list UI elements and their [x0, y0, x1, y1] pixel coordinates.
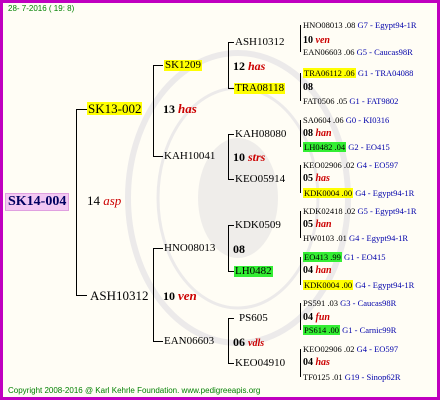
gen4-6: LH0482 .04 G2 - EO415: [303, 142, 390, 152]
gen3-7-year: 04 fun: [303, 312, 330, 323]
connector-g1b: [76, 295, 87, 296]
gen4-4: FAT0506 .05 G1 - FAT9802: [303, 96, 399, 106]
gen3-1-year: 10 ven: [303, 35, 330, 46]
parent-drone-id: ASH10312: [90, 288, 149, 303]
gen3-4-id: KEO05914: [235, 173, 286, 185]
parent-queen-year: 13 has: [163, 101, 197, 116]
gen4-8: KDK0004 .00 G4 - Egypt94-1R: [303, 188, 415, 198]
connector-g3-3: [228, 134, 234, 135]
gen3-2-id: TRA08118: [234, 82, 286, 94]
connector-g1a-v: [153, 65, 154, 156]
connector-g2c-v: [228, 225, 229, 271]
connector-g3-1: [228, 42, 234, 43]
gen4-14: PS614 .00 G1 - Carnic99R: [303, 325, 397, 335]
grandparent-4-id: EAN06603: [164, 335, 215, 347]
connector-g3-5: [228, 225, 234, 226]
connector-g2a: [153, 65, 163, 66]
connector-g3-3-v: [300, 120, 301, 147]
gen3-6-year: 04 han: [303, 265, 332, 276]
grandparent-4-year: 06 vdls: [233, 335, 265, 349]
grandparent-1-year: 12 has: [233, 59, 266, 73]
date-stamp: 28- 7-2016 ( 19: 8): [8, 4, 75, 13]
connector-g1a: [76, 109, 87, 110]
gen3-8-year: 04 has: [303, 357, 330, 368]
root-queen-year: 14 asp: [87, 193, 122, 208]
grandparent-2-id: KAH10041: [164, 150, 216, 162]
gen3-3-id: KAH08080: [235, 128, 287, 140]
gen4-15: KEO02906 .02 G4 - EO597: [303, 344, 399, 354]
connector-g2b: [153, 156, 163, 157]
gen4-11: EO413 .99 G1 - EO415: [303, 252, 386, 262]
gen4-5: SA0604 .06 G0 - KI0316: [303, 115, 390, 125]
gen3-5-year: 05 han: [303, 219, 332, 230]
gen3-6-id: LH0482: [234, 265, 273, 277]
connector-g3-7-v: [300, 303, 301, 330]
parent-queen-id: SK13-002: [87, 101, 143, 116]
gen4-9: KDK02418 .02 G5 - Egypt94-1R: [303, 206, 417, 216]
gen4-13: PS591 .03 G3 - Caucas98R: [303, 298, 397, 308]
connector-g3-2-v: [300, 73, 301, 101]
connector-root: [76, 109, 77, 295]
connector-g3-5-v: [300, 211, 301, 238]
connector-g2a-v: [228, 42, 229, 88]
pedigree-canvas: 28- 7-2016 ( 19: 8) Copyright 2008-2016 …: [0, 0, 440, 400]
root-queen-species: asp: [103, 193, 122, 208]
gen4-2: EAN06603 .06 G5 - Caucas98R: [303, 47, 413, 57]
connector-g3-1-v: [300, 25, 301, 52]
gen3-8-id: KEO04910: [235, 357, 286, 369]
gen4-1: HNO08013 .08 G7 - Egypt94-1R: [303, 20, 417, 30]
connector-g2b-v: [228, 134, 229, 179]
grandparent-2-year: 10 strs: [233, 150, 266, 164]
gen3-5-id: KDK0509: [235, 219, 281, 231]
grandparent-1-id: SK1209: [164, 59, 203, 71]
connector-g2c: [153, 248, 163, 249]
connector-g3-7: [228, 318, 234, 319]
gen3-7-id: PS605: [239, 312, 268, 324]
connector-g1b-v: [153, 248, 154, 341]
copyright-footer: Copyright 2008-2016 @ Karl Kehrle Founda…: [8, 386, 261, 395]
connector-g3-4-v: [300, 165, 301, 193]
parent-drone-year: 10 ven: [163, 288, 197, 303]
connector-g2d: [153, 341, 163, 342]
gen4-16: TF0125 .01 G19 - Sinop62R: [303, 372, 401, 382]
grandparent-3-id: HNO08013: [164, 242, 216, 254]
root-queen-id: SK14-004: [5, 193, 70, 211]
gen4-7: KEO02906 .02 G4 - EO597: [303, 160, 399, 170]
gen3-1-id: ASH10312: [235, 36, 285, 48]
connector-g3-4: [228, 179, 234, 180]
grandparent-3-year: 08: [233, 242, 245, 256]
gen4-10: HW0103 .01 G4 - Egypt94-1R: [303, 233, 409, 243]
connector-g3-6-v: [300, 257, 301, 285]
connector-g3-8: [228, 363, 234, 364]
gen3-2-year: 08: [303, 82, 313, 93]
gen3-4-year: 05 has: [303, 173, 330, 184]
gen4-12: KDK0004 .00 G4 - Egypt94-1R: [303, 280, 415, 290]
gen3-3-year: 08 han: [303, 128, 332, 139]
connector-g2d-v: [228, 318, 229, 363]
gen4-3: TRA06112 .06 G1 - TRA04088: [303, 68, 414, 78]
connector-g3-8-v: [300, 349, 301, 377]
